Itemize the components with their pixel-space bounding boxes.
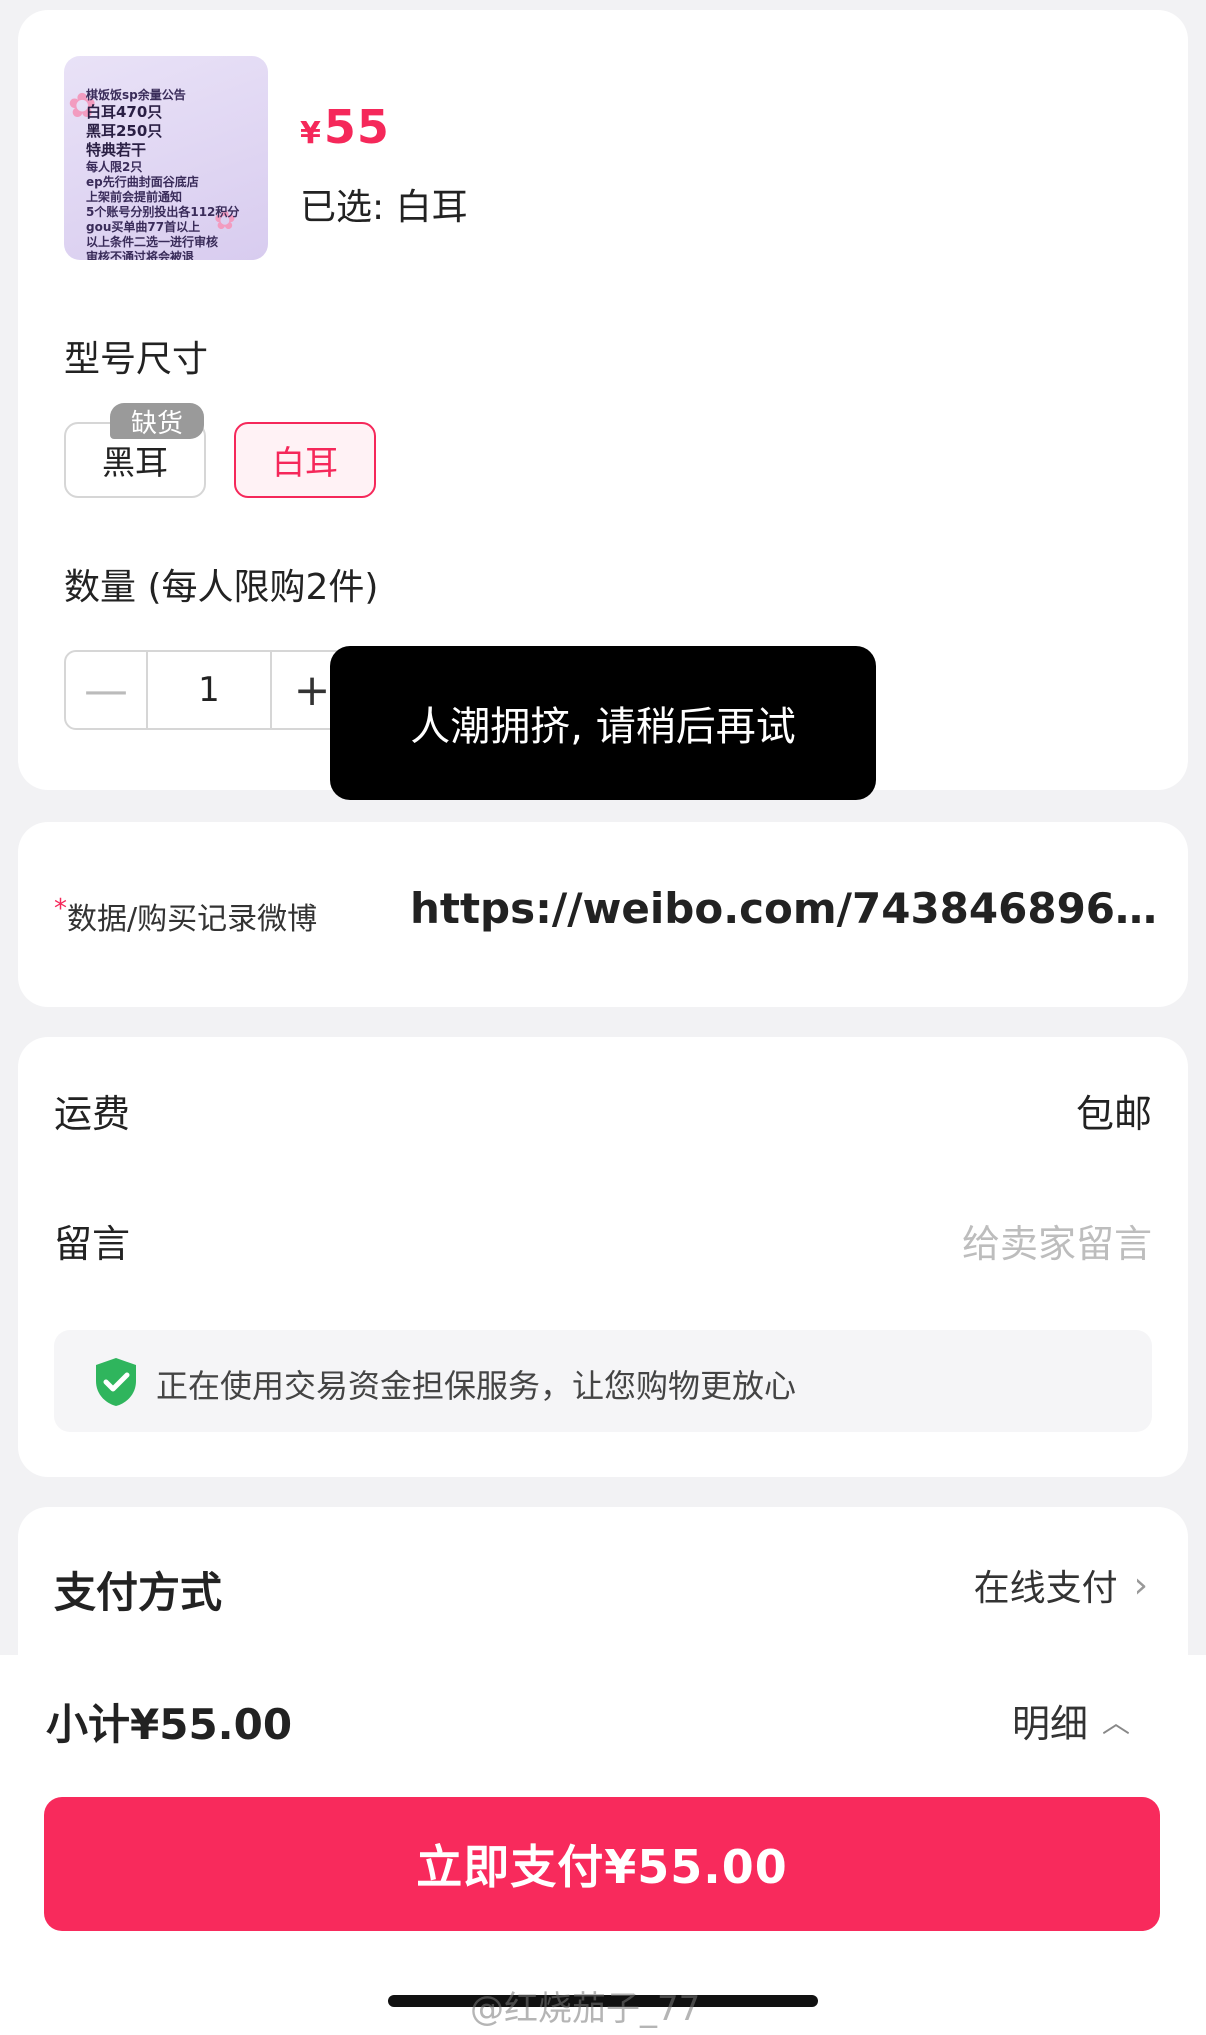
thumbnail-line: 上架前会提前通知 [86,190,183,204]
product-price: ¥55 [300,100,390,154]
payment-method-selector[interactable]: 在线支付 › [974,1559,1148,1611]
thumbnail-line: 白耳470只 [86,103,163,121]
shipping-card: 运费 包邮 留言 给卖家留言 正在使用交易资金担保服务，让您购物更放心 [18,1037,1188,1477]
guarantee-notice: 正在使用交易资金担保服务，让您购物更放心 [54,1330,1152,1432]
thumbnail-line: 特典若干 [86,141,147,159]
product-thumbnail[interactable]: ✿ ✿ 棋饭饭sp余量公告 白耳470只 黑耳250只 特典若干 每人限2只 ep先行曲封… [64,56,268,260]
payment-method-value: 在线支付 [973,1568,1118,1609]
thumbnail-line: 黑耳250只 [86,122,163,140]
thumbnail-line: 棋饭饭sp余量公告 [86,88,186,102]
quantity-label: 数量 (每人限购2件) [64,567,379,608]
soldout-badge: 缺货 [110,403,204,439]
thumbnail-line: 以上条件二选一进行审核 [86,235,219,249]
thumbnail-line: gou买单曲77首以上 [86,220,201,234]
required-mark: * [54,894,67,924]
record-label: *数据/购买记录微博 [54,894,318,937]
pay-now-button[interactable]: 立即支付¥55.00 [44,1797,1160,1931]
subtotal: 小计¥55.00 [46,1700,293,1749]
message-label: 留言 [54,1222,131,1266]
payment-title: 支付方式 [54,1568,223,1617]
quantity-value[interactable]: 1 [146,652,272,728]
shipping-fee-label: 运费 [54,1092,131,1136]
quantity-stepper: — 1 + [64,650,354,730]
thumbnail-line: 5个账号分别投出各112积分 [86,205,240,219]
option-white-ear[interactable]: 白耳 [234,422,376,498]
thumbnail-line: ep先行曲封面谷底店 [86,175,199,189]
watermark: @红烧茄子_77 [470,1989,701,2029]
message-input[interactable]: 给卖家留言 [962,1213,1152,1268]
toast-message: 人潮拥挤, 请稍后再试 [330,646,876,800]
guarantee-text: 正在使用交易资金担保服务，让您购物更放心 [156,1367,797,1405]
record-card: *数据/购买记录微博 https://weibo.com/7438468963/… [18,822,1188,1007]
shipping-fee-value: 包邮 [1075,1092,1152,1136]
spec-label: 型号尺寸 [64,339,209,380]
record-input[interactable]: https://weibo.com/7438468963/... [410,884,1170,933]
chevron-up-icon: ︿ [1101,1705,1130,1739]
detail-label: 明细 [1011,1702,1088,1746]
decrement-button[interactable]: — [66,652,146,728]
shield-check-icon [96,1358,136,1406]
thumbnail-line: 审核不通过将会被退 [86,250,195,260]
selected-variant: 已选: 白耳 [300,187,468,228]
checkout-bar: 小计¥55.00 明细 ︿ 立即支付¥55.00 @红烧茄子_77 [0,1655,1206,2035]
thumbnail-line: 每人限2只 [86,160,143,174]
chevron-right-icon: › [1133,1564,1148,1606]
thumbnail-text: 棋饭饭sp余量公告 白耳470只 黑耳250只 特典若干 每人限2只 ep先行曲封面谷底店… [86,88,246,260]
detail-toggle[interactable]: 明细 ︿ [1012,1693,1130,1748]
